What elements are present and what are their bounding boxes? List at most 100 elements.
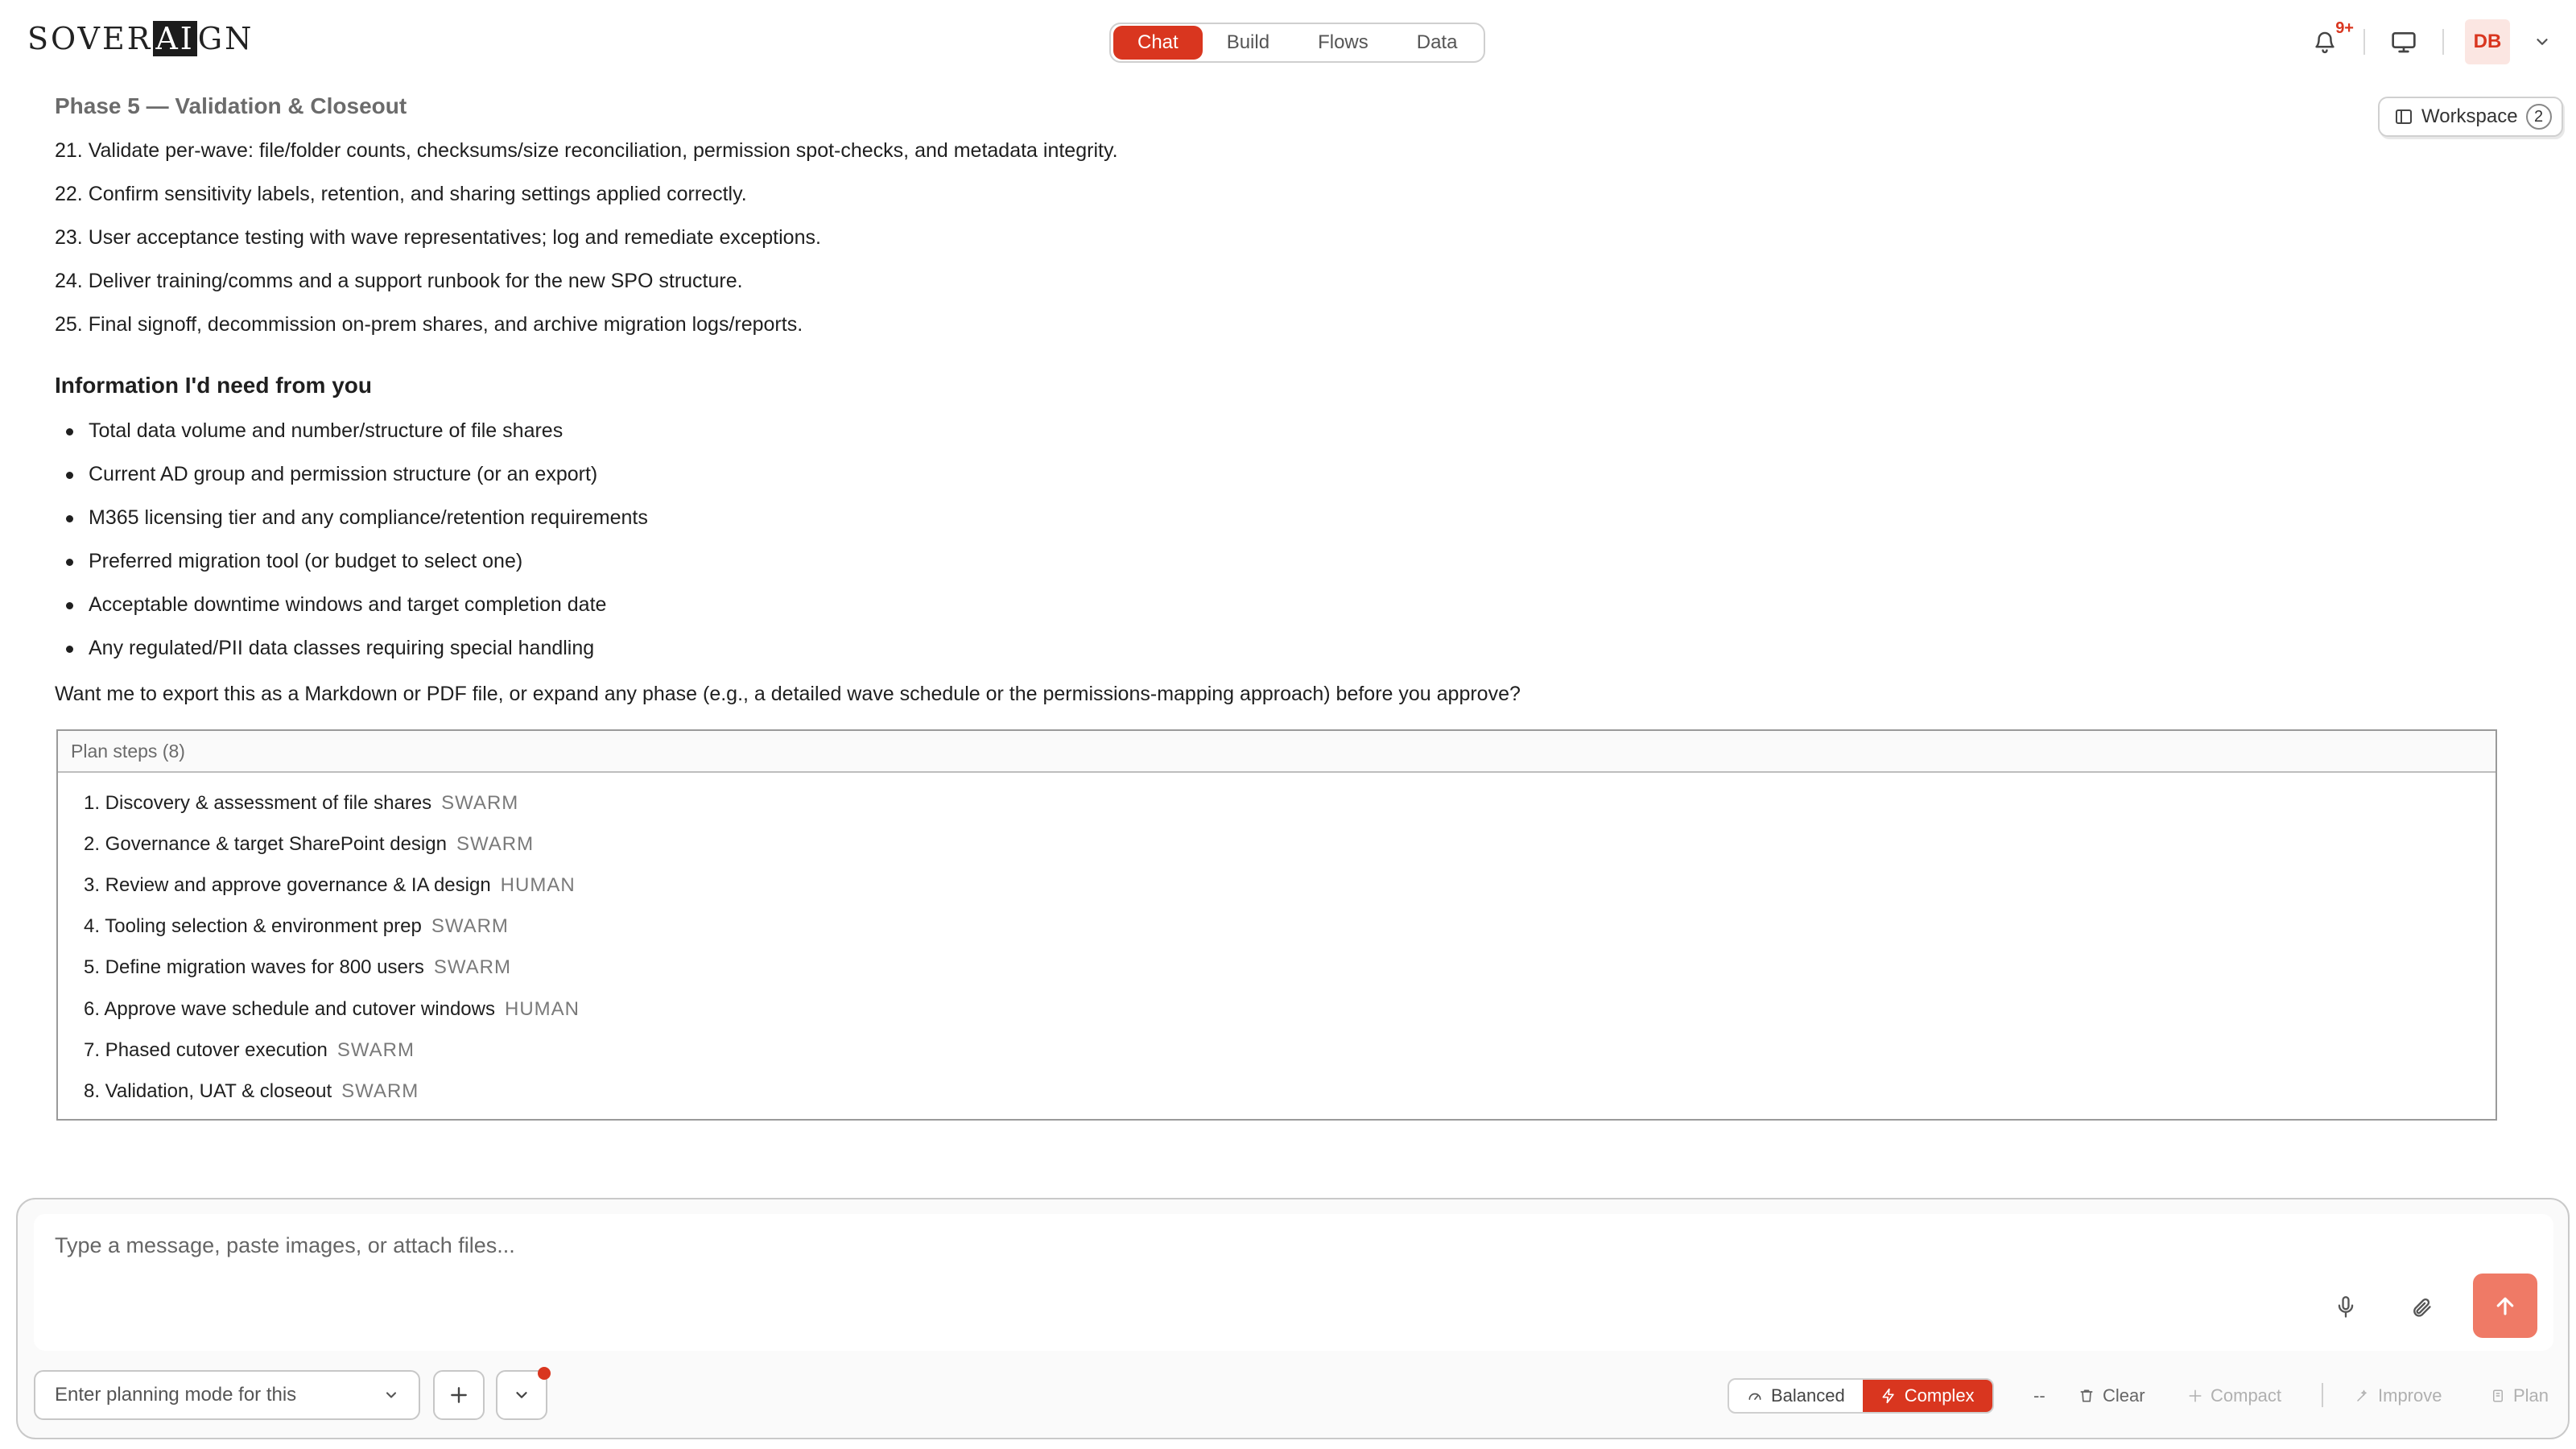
clear-label: Clear bbox=[2103, 1385, 2145, 1406]
attach-file-button[interactable] bbox=[2405, 1291, 2438, 1323]
notifications-button[interactable]: 9+ bbox=[2307, 19, 2354, 60]
bullet-item: Any regulated/PII data classes requiring… bbox=[55, 626, 2389, 670]
improve-label: Improve bbox=[2378, 1385, 2442, 1406]
send-button[interactable] bbox=[2473, 1274, 2537, 1338]
plan-step: 7. Phased cutover execution SWARM bbox=[58, 1030, 2496, 1071]
document-icon bbox=[2493, 1389, 2503, 1402]
toolbar-divider bbox=[2322, 1383, 2323, 1407]
app-logo[interactable]: SOVER AI GN bbox=[27, 21, 254, 56]
monitor-icon bbox=[2392, 32, 2416, 53]
plan-button[interactable]: Plan bbox=[2491, 1378, 2549, 1414]
bullet-item: Current AD group and permission structur… bbox=[55, 452, 2389, 496]
plan-step-tag: SWARM bbox=[456, 832, 535, 855]
section-heading: Information I'd need from you bbox=[55, 373, 372, 398]
lightning-icon bbox=[1882, 1388, 1894, 1404]
assistant-message: Phase 5 — Validation & Closeout 21. Vali… bbox=[55, 89, 2389, 718]
chevron-down-icon bbox=[386, 1392, 397, 1398]
plan-step-label: 5. Define migration waves for 800 users bbox=[84, 956, 424, 979]
bullet-item: M365 licensing tier and any compliance/r… bbox=[55, 496, 2389, 539]
logo-text-ai: AI bbox=[153, 21, 197, 56]
workspace-button[interactable]: Workspace 2 bbox=[2378, 97, 2563, 137]
plan-step-tag: SWARM bbox=[433, 956, 511, 979]
gauge-icon bbox=[1748, 1393, 1761, 1400]
plan-step-tag: HUMAN bbox=[504, 997, 580, 1020]
plan-label: Plan bbox=[2513, 1385, 2549, 1406]
indicator-dot bbox=[538, 1367, 551, 1380]
plan-steps-list: 1. Discovery & assessment of file shares… bbox=[58, 773, 2496, 1113]
workspace-count-badge: 2 bbox=[2525, 104, 2552, 130]
mode-complex-label: Complex bbox=[1904, 1385, 1975, 1406]
bullet-list: Total data volume and number/structure o… bbox=[55, 409, 2389, 670]
plan-step: 6. Approve wave schedule and cutover win… bbox=[58, 989, 2496, 1030]
message-input[interactable]: Type a message, paste images, or attach … bbox=[34, 1214, 2553, 1351]
plan-step-label: 1. Discovery & assessment of file shares bbox=[84, 791, 432, 814]
top-header: SOVER AI GN Chat Build Flows Data 9+ DB bbox=[0, 0, 2576, 84]
mode-balanced-label: Balanced bbox=[1771, 1385, 1845, 1406]
tab-data[interactable]: Data bbox=[1393, 26, 1482, 60]
main-nav-tabs: Chat Build Flows Data bbox=[1109, 23, 1486, 63]
message-composer: Type a message, paste images, or attach … bbox=[16, 1198, 2570, 1439]
phase-heading: Phase 5 — Validation & Closeout bbox=[55, 93, 407, 118]
plan-step: 3. Review and approve governance & IA de… bbox=[58, 865, 2496, 906]
panel-icon bbox=[2396, 109, 2412, 124]
plan-step: 2. Governance & target SharePoint design… bbox=[58, 824, 2496, 865]
plan-step-label: 6. Approve wave schedule and cutover win… bbox=[84, 997, 495, 1020]
paperclip-icon bbox=[2413, 1298, 2431, 1317]
plan-steps-header[interactable]: Plan steps (8) bbox=[58, 731, 2496, 773]
voice-input-button[interactable] bbox=[2330, 1291, 2362, 1323]
numbered-item: 23. User acceptance testing with wave re… bbox=[55, 226, 821, 249]
plan-step-tag: HUMAN bbox=[500, 873, 576, 896]
display-button[interactable] bbox=[2386, 24, 2421, 60]
planning-mode-value: Enter planning mode for this bbox=[55, 1384, 297, 1406]
chevron-down-icon bbox=[2537, 39, 2548, 45]
numbered-item: 22. Confirm sensitivity labels, retentio… bbox=[55, 183, 747, 205]
logo-text-post: GN bbox=[197, 21, 254, 56]
tab-build[interactable]: Build bbox=[1203, 26, 1294, 60]
mode-complex-button[interactable]: Complex bbox=[1862, 1380, 1992, 1412]
separator-dash: -- bbox=[2033, 1385, 2046, 1406]
plan-step-tag: SWARM bbox=[341, 1080, 419, 1102]
improve-button[interactable]: Improve bbox=[2355, 1378, 2442, 1414]
compact-label: Compact bbox=[2211, 1385, 2282, 1406]
plus-icon bbox=[451, 1387, 467, 1403]
sparkle-icon bbox=[2189, 1389, 2202, 1402]
tab-chat[interactable]: Chat bbox=[1113, 26, 1203, 60]
plan-step-label: 8. Validation, UAT & closeout bbox=[84, 1080, 332, 1102]
bullet-item: Acceptable downtime windows and target c… bbox=[55, 583, 2389, 626]
composer-toolbar: Enter planning mode for this Balanced Co… bbox=[34, 1367, 2553, 1422]
numbered-item: 21. Validate per-wave: file/folder count… bbox=[55, 139, 1118, 162]
more-options-button[interactable] bbox=[496, 1367, 551, 1420]
plan-steps-panel: Plan steps (8) 1. Discovery & assessment… bbox=[56, 729, 2497, 1121]
mode-balanced-button[interactable]: Balanced bbox=[1729, 1380, 1863, 1412]
plan-step-label: 4. Tooling selection & environment prep bbox=[84, 915, 422, 938]
numbered-item: 24. Deliver training/comms and a support… bbox=[55, 270, 743, 292]
plan-step-label: 7. Phased cutover execution bbox=[84, 1038, 328, 1061]
plan-step-tag: SWARM bbox=[431, 915, 509, 938]
plan-step: 5. Define migration waves for 800 users S… bbox=[58, 947, 2496, 989]
planning-mode-select[interactable]: Enter planning mode for this bbox=[34, 1370, 420, 1420]
plan-step: 4. Tooling selection & environment prep S… bbox=[58, 906, 2496, 947]
chevron-down-icon bbox=[516, 1392, 527, 1398]
user-avatar[interactable]: DB bbox=[2465, 19, 2510, 64]
plan-step-tag: SWARM bbox=[336, 1038, 415, 1061]
clear-button[interactable]: Clear bbox=[2079, 1378, 2145, 1414]
logo-text-pre: SOVER bbox=[27, 21, 153, 56]
plan-step-label: 3. Review and approve governance & IA de… bbox=[84, 873, 491, 896]
numbered-item: 25. Final signoff, decommission on-prem … bbox=[55, 313, 803, 336]
magic-wand-icon bbox=[2357, 1389, 2368, 1402]
add-button[interactable] bbox=[433, 1370, 485, 1420]
compact-button[interactable]: Compact bbox=[2188, 1378, 2281, 1414]
account-menu-toggle[interactable] bbox=[2531, 31, 2553, 53]
message-input-placeholder: Type a message, paste images, or attach … bbox=[55, 1233, 515, 1257]
header-divider bbox=[2442, 29, 2444, 55]
mode-toggle: Balanced Complex bbox=[1728, 1378, 1994, 1414]
bell-icon bbox=[2315, 31, 2334, 54]
plan-step: 8. Validation, UAT & closeout SWARM bbox=[58, 1071, 2496, 1112]
header-actions: 9+ DB bbox=[2307, 18, 2553, 66]
tab-flows[interactable]: Flows bbox=[1294, 26, 1393, 60]
microphone-icon bbox=[2338, 1296, 2354, 1318]
closing-paragraph: Want me to export this as a Markdown or … bbox=[55, 683, 1521, 705]
notification-badge: 9+ bbox=[2335, 19, 2354, 37]
plan-step: 1. Discovery & assessment of file shares… bbox=[58, 782, 2496, 824]
arrow-up-icon bbox=[2496, 1297, 2514, 1315]
